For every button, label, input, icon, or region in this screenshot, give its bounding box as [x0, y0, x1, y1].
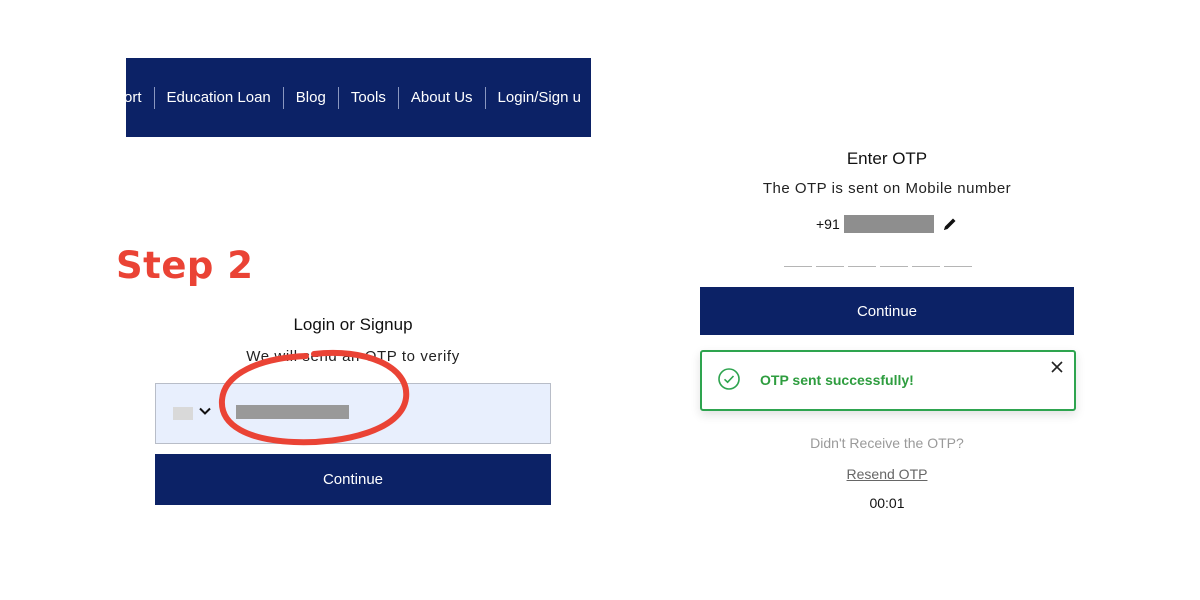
top-nav: ort Education Loan Blog Tools About Us L… [126, 58, 591, 137]
nav-item-about-us[interactable]: About Us [399, 89, 485, 106]
login-title: Login or Signup [293, 315, 413, 334]
nav-items: ort Education Loan Blog Tools About Us L… [126, 58, 591, 137]
otp-digit-slot[interactable] [912, 266, 940, 267]
login-continue-button[interactable]: Continue [155, 454, 551, 505]
otp-subtitle: The OTP is sent on Mobile number [762, 180, 1012, 197]
otp-digit-slot[interactable] [848, 266, 876, 267]
otp-mobile-number: +91 [816, 214, 958, 234]
resend-timer: 00:01 [869, 495, 905, 511]
mobile-number-redacted [843, 215, 934, 233]
otp-title: Enter OTP [846, 149, 928, 168]
otp-continue-button[interactable]: Continue [700, 287, 1074, 335]
chevron-down-icon[interactable] [198, 404, 212, 418]
nav-item-login-signup[interactable]: Login/Sign u [486, 89, 591, 106]
nav-item-support[interactable]: ort [126, 89, 154, 106]
otp-digit-slot[interactable] [784, 266, 812, 267]
close-icon[interactable] [1050, 360, 1064, 374]
otp-input-slots[interactable] [784, 266, 972, 267]
nav-item-blog[interactable]: Blog [284, 89, 338, 106]
resend-otp-link[interactable]: Resend OTP [847, 466, 928, 482]
didnt-receive-text: Didn't Receive the OTP? [810, 435, 964, 451]
otp-digit-slot[interactable] [944, 266, 972, 267]
resend-otp-row: Resend OTP [700, 466, 1074, 482]
check-circle-icon [718, 368, 740, 390]
country-flag-icon[interactable] [173, 407, 193, 420]
otp-digit-slot[interactable] [816, 266, 844, 267]
pencil-icon[interactable] [942, 216, 958, 232]
toast-message: OTP sent successfully! [760, 372, 914, 388]
step-label: Step 2 [116, 244, 254, 287]
nav-item-education-loan[interactable]: Education Loan [155, 89, 283, 106]
country-code: +91 [816, 216, 840, 232]
success-toast: OTP sent successfully! [700, 350, 1076, 411]
nav-item-tools[interactable]: Tools [339, 89, 398, 106]
annotation-circle [218, 349, 410, 446]
otp-digit-slot[interactable] [880, 266, 908, 267]
